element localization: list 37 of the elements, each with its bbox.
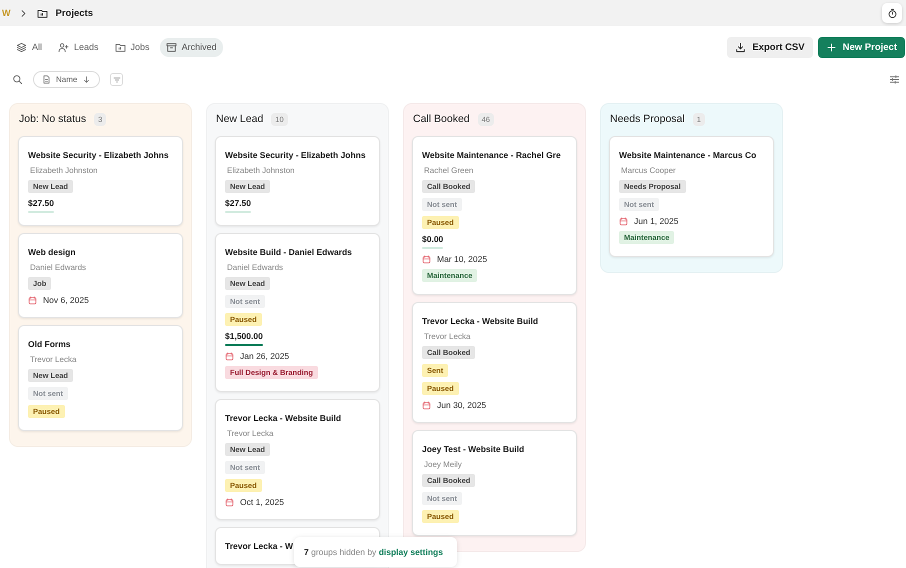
client-name: Elizabeth Johnston bbox=[226, 166, 295, 175]
client-name: Elizabeth Johnston bbox=[29, 166, 98, 175]
column-title: Call Booked bbox=[413, 113, 470, 125]
client-name: Joey Meily bbox=[423, 460, 462, 469]
card-title: Website Maintenance - Marcus Co bbox=[619, 150, 756, 160]
client-name: Trevor Lecka bbox=[29, 355, 76, 364]
client-name: Daniel Edwards bbox=[226, 263, 284, 272]
card-title: Website Security - Elizabeth Johns bbox=[28, 150, 169, 160]
column-title: Job: No status bbox=[19, 113, 86, 125]
client-name: Marcus Cooper bbox=[620, 166, 676, 175]
card-title: Old Forms bbox=[28, 339, 71, 349]
card-title: Web design bbox=[28, 247, 76, 257]
card-title: Joey Test - Website Build bbox=[422, 444, 524, 454]
due-date: Mar 10, 2025 bbox=[437, 254, 488, 264]
card-title: Trevor Lecka - Website Build bbox=[422, 316, 538, 326]
card-title: Trevor Lecka - W bbox=[225, 541, 294, 551]
card-title: Website Build - Daniel Edwards bbox=[225, 247, 352, 257]
due-date: Jun 30, 2025 bbox=[437, 400, 486, 410]
client-name: Trevor Lecka bbox=[226, 429, 274, 438]
price: $27.50 bbox=[225, 198, 251, 208]
due-date: Nov 6, 2025 bbox=[43, 295, 89, 305]
due-date: Oct 1, 2025 bbox=[240, 497, 284, 507]
price: $1,500.00 bbox=[225, 331, 263, 341]
column-title: Needs Proposal bbox=[610, 113, 685, 125]
client-name: Trevor Lecka bbox=[423, 332, 470, 341]
page-title: Projects bbox=[56, 8, 93, 18]
card-title: Website Security - Elizabeth Johns bbox=[225, 150, 366, 160]
due-date: Jun 1, 2025 bbox=[634, 216, 678, 226]
price: $27.50 bbox=[28, 198, 54, 208]
column-title: New Lead bbox=[216, 113, 264, 125]
due-date: Jan 26, 2025 bbox=[240, 351, 290, 361]
price: $0.00 bbox=[422, 234, 444, 244]
card-title: Website Maintenance - Rachel Gre bbox=[422, 150, 561, 160]
client-name: Rachel Green bbox=[423, 166, 474, 175]
card-title: Trevor Lecka - Website Build bbox=[225, 413, 342, 423]
hidden-groups-message: 7 groups hidden by display settings bbox=[304, 547, 443, 557]
client-name: Daniel Edwards bbox=[29, 263, 86, 272]
